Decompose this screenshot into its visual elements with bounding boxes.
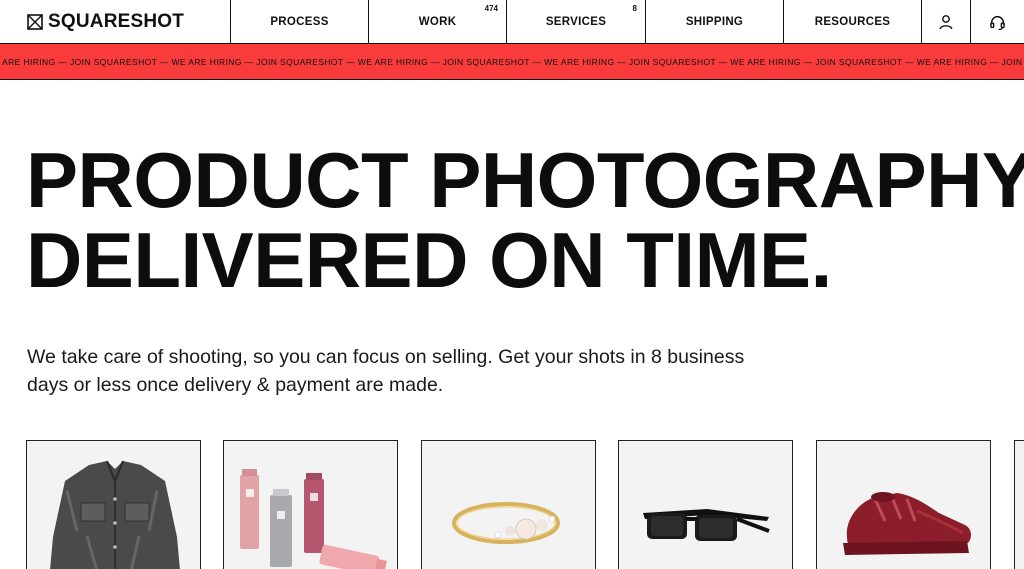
headset-icon <box>990 15 1005 30</box>
hiring-banner[interactable]: ARE HIRING — JOIN SQUARESHOT — WE ARE HI… <box>0 44 1024 80</box>
nav-count-badge: 474 <box>484 4 498 13</box>
hero-subtitle: We take care of shooting, so you can foc… <box>27 346 745 396</box>
nav-process[interactable]: PROCESS <box>231 0 369 44</box>
nav-count-badge: 8 <box>632 4 637 13</box>
nav-shipping[interactable]: SHIPPING <box>646 0 784 44</box>
nav-label: RESOURCES <box>814 16 891 28</box>
hero-title-line1: PRODUCT PHOTOGRAPHY <box>26 136 1024 224</box>
gold-ring-image <box>422 441 595 569</box>
denim-jacket-image <box>27 441 200 569</box>
nav-label: PROCESS <box>270 16 329 28</box>
product-card-cosmetics[interactable] <box>223 440 398 569</box>
product-cards <box>26 440 1024 569</box>
support-button[interactable] <box>971 0 1024 44</box>
hiring-marquee-text: ARE HIRING — JOIN SQUARESHOT — WE ARE HI… <box>2 56 1024 67</box>
nav-work[interactable]: WORK 474 <box>369 0 507 44</box>
logo-mark-icon <box>27 14 43 30</box>
nav-label: SHIPPING <box>685 16 744 28</box>
product-card-partial[interactable] <box>1014 440 1024 569</box>
nav-services[interactable]: SERVICES 8 <box>507 0 646 44</box>
product-card-sunglasses[interactable] <box>618 440 793 569</box>
logo[interactable]: SQUARESHOT <box>0 0 231 44</box>
user-icon <box>939 15 953 30</box>
cosmetic-tubes-image <box>224 441 397 569</box>
product-card-jacket[interactable] <box>26 440 201 569</box>
logo-text: SQUARESHOT <box>48 11 185 32</box>
account-button[interactable] <box>922 0 971 44</box>
product-card-sneaker[interactable] <box>816 440 991 569</box>
nav-label: WORK <box>418 16 457 28</box>
hero-title: PRODUCT PHOTOGRAPHY DELIVERED ON TIME. <box>26 140 1024 300</box>
product-card-ring[interactable] <box>421 440 596 569</box>
nav-label: SERVICES <box>545 16 607 28</box>
site-header: SQUARESHOT PROCESS WORK 474 SERVICES 8 S… <box>0 0 1024 44</box>
nav-resources[interactable]: RESOURCES <box>784 0 922 44</box>
red-sneaker-image <box>817 441 990 569</box>
sunglasses-image <box>619 441 792 569</box>
hero-title-line2: DELIVERED ON TIME. <box>26 216 832 304</box>
